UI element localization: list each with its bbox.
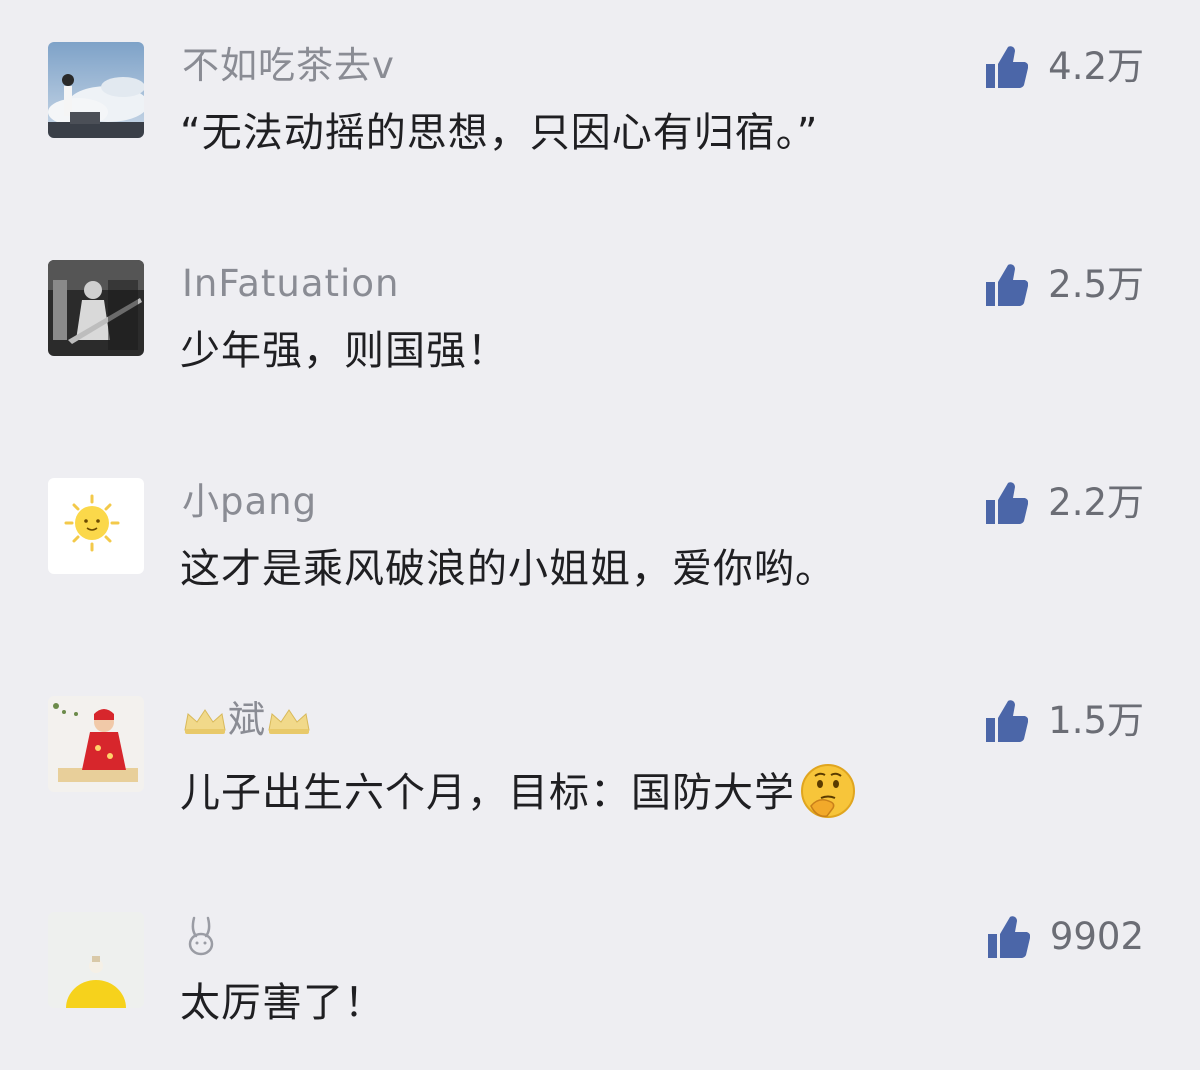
like-count: 2.5万 — [1048, 263, 1144, 306]
thinking-face-emoji-icon — [799, 762, 857, 820]
sky-clouds-avatar-icon — [48, 42, 144, 138]
thumbs-up-icon — [984, 480, 1029, 526]
guitarist-bw-avatar-icon — [48, 260, 144, 356]
like-button[interactable]: 2.5万 — [984, 260, 1144, 310]
username[interactable]: 不如吃茶去v — [182, 44, 395, 88]
thumbs-up-icon — [986, 914, 1030, 960]
like-count: 1.5万 — [1048, 699, 1144, 742]
username[interactable]: InFatuation — [182, 262, 399, 306]
baby-avatar-icon — [48, 696, 144, 792]
sun-avatar-icon — [48, 478, 144, 574]
like-button[interactable]: 4.2万 — [984, 42, 1144, 92]
avatar[interactable] — [48, 696, 144, 792]
like-button[interactable]: 9902 — [986, 912, 1144, 962]
thumbs-up-icon — [984, 262, 1029, 308]
comment-item: InFatuation 少年强，则国强！ 2.5万 — [0, 260, 1200, 440]
comment-item: 小pang 这才是乘风破浪的小姐姐，爱你哟。 2.2万 — [0, 478, 1200, 658]
username[interactable]: 小pang — [182, 480, 317, 524]
avatar[interactable] — [48, 912, 144, 1008]
comment-text: 少年强，则国强！ — [180, 328, 508, 374]
avatar[interactable] — [48, 260, 144, 356]
like-count: 2.2万 — [1048, 481, 1144, 524]
comment-item: 太厉害了！ 9902 — [0, 912, 1200, 1070]
comment-list: 不如吃茶去v “无法动摇的思想，只因心有归宿。” 4.2万 InFatuatio… — [0, 0, 1200, 1070]
username[interactable] — [182, 914, 222, 962]
username[interactable]: 斌 — [182, 698, 312, 742]
like-button[interactable]: 2.2万 — [984, 478, 1144, 528]
rabbit-icon — [182, 914, 222, 958]
like-count: 9902 — [1049, 915, 1144, 958]
thumbs-up-icon — [984, 44, 1029, 90]
comment-text: 太厉害了！ — [180, 980, 385, 1026]
comment-text: 儿子出生六个月，目标：国防大学 — [180, 762, 857, 820]
yellow-figure-avatar-icon — [48, 912, 144, 1008]
comment-text: “无法动摇的思想，只因心有归宿。” — [180, 110, 819, 156]
avatar[interactable] — [48, 42, 144, 138]
comment-text: 这才是乘风破浪的小姐姐，爱你哟。 — [180, 546, 836, 592]
crown-icon — [182, 706, 228, 736]
avatar[interactable] — [48, 478, 144, 574]
like-button[interactable]: 1.5万 — [984, 696, 1144, 746]
thumbs-up-icon — [984, 698, 1029, 744]
comment-item: 不如吃茶去v “无法动摇的思想，只因心有归宿。” 4.2万 — [0, 42, 1200, 222]
comment-item: 斌 儿子出生六个月，目标：国防大学 1.5万 — [0, 696, 1200, 876]
like-count: 4.2万 — [1048, 45, 1144, 88]
crown-icon — [266, 706, 312, 736]
